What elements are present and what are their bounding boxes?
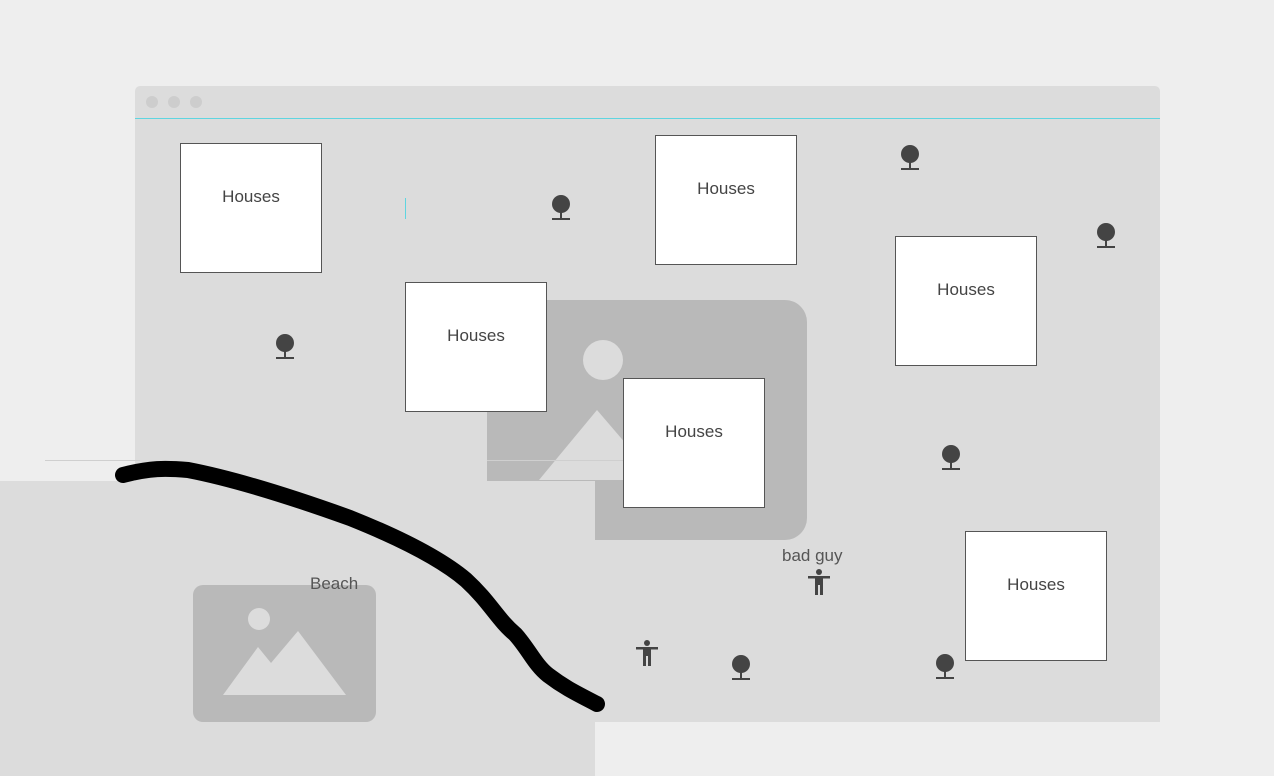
shoreline-stroke <box>115 460 605 712</box>
